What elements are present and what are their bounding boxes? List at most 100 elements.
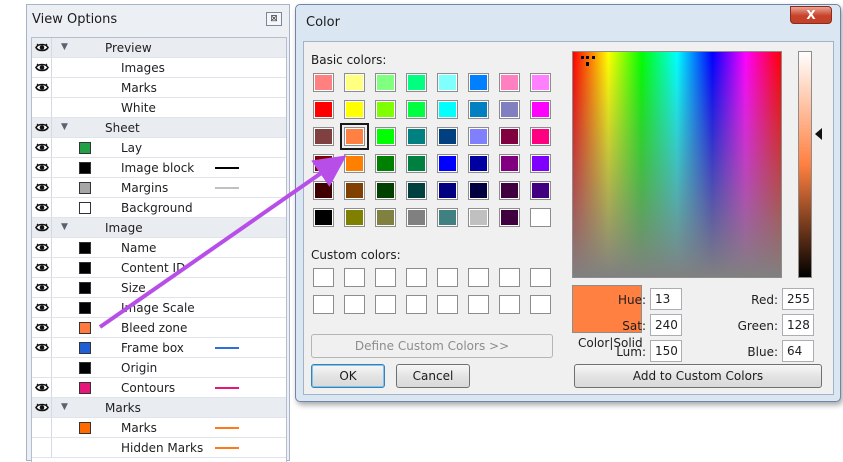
basic-color-cell[interactable]: [375, 100, 396, 119]
list-item[interactable]: Margins: [32, 178, 286, 198]
custom-color-cell[interactable]: [499, 268, 520, 287]
custom-color-cell[interactable]: [437, 268, 458, 287]
basic-color-cell[interactable]: [499, 127, 520, 146]
eye-icon[interactable]: [32, 378, 52, 397]
list-item[interactable]: Images: [32, 58, 286, 78]
color-swatch[interactable]: [79, 262, 91, 274]
color-spectrum[interactable]: [572, 51, 782, 278]
eye-icon[interactable]: [32, 258, 52, 277]
color-swatch[interactable]: [79, 382, 91, 394]
hue-field[interactable]: 13: [650, 288, 682, 310]
eye-icon[interactable]: [32, 238, 52, 257]
color-swatch[interactable]: [79, 142, 91, 154]
group-row[interactable]: ▼ Sheet: [32, 118, 286, 138]
basic-color-cell[interactable]: [499, 73, 520, 92]
basic-color-cell[interactable]: [406, 100, 427, 119]
basic-color-cell[interactable]: [375, 154, 396, 173]
list-item[interactable]: Origin: [32, 358, 286, 378]
list-item[interactable]: Contours: [32, 378, 286, 398]
basic-color-cell[interactable]: [313, 154, 334, 173]
color-swatch[interactable]: [79, 322, 91, 334]
cancel-button[interactable]: Cancel: [396, 364, 470, 388]
basic-color-cell[interactable]: [530, 127, 551, 146]
sat-field[interactable]: 240: [650, 314, 682, 336]
list-item[interactable]: Lay: [32, 138, 286, 158]
custom-color-cell[interactable]: [499, 295, 520, 314]
basic-color-cell[interactable]: [344, 208, 365, 227]
basic-color-cell[interactable]: [406, 154, 427, 173]
color-swatch[interactable]: [79, 422, 91, 434]
group-row[interactable]: ▼ Image: [32, 218, 286, 238]
custom-color-cell[interactable]: [530, 268, 551, 287]
color-swatch[interactable]: [79, 282, 91, 294]
basic-color-cell[interactable]: [340, 123, 369, 150]
basic-color-cell[interactable]: [406, 208, 427, 227]
eye-icon[interactable]: [32, 358, 52, 377]
eye-icon[interactable]: [32, 418, 52, 437]
luminosity-slider[interactable]: [798, 51, 812, 278]
basic-color-cell[interactable]: [313, 208, 334, 227]
list-item[interactable]: Marks: [32, 78, 286, 98]
color-swatch[interactable]: [79, 202, 91, 214]
red-field[interactable]: 255: [782, 288, 814, 310]
color-swatch[interactable]: [79, 342, 91, 354]
eye-icon[interactable]: [32, 158, 52, 177]
luminosity-arrow-icon[interactable]: [815, 128, 822, 140]
eye-icon[interactable]: [32, 138, 52, 157]
custom-color-cell[interactable]: [406, 268, 427, 287]
custom-color-cell[interactable]: [375, 268, 396, 287]
collapse-arrow-icon[interactable]: ▼: [61, 222, 68, 232]
color-swatch[interactable]: [79, 162, 91, 174]
basic-color-cell[interactable]: [313, 127, 334, 146]
blue-field[interactable]: 64: [782, 340, 814, 362]
panel-close-button[interactable]: ⊠: [266, 12, 282, 26]
custom-color-cell[interactable]: [468, 268, 489, 287]
basic-color-cell[interactable]: [406, 127, 427, 146]
basic-color-cell[interactable]: [468, 73, 489, 92]
basic-color-cell[interactable]: [406, 181, 427, 200]
basic-color-cell[interactable]: [344, 181, 365, 200]
eye-icon[interactable]: [32, 98, 52, 117]
custom-color-cell[interactable]: [313, 268, 334, 287]
list-item[interactable]: White: [32, 98, 286, 118]
eye-icon[interactable]: [32, 198, 52, 217]
basic-color-cell[interactable]: [313, 100, 334, 119]
eye-icon[interactable]: [32, 218, 52, 237]
define-custom-colors-button[interactable]: Define Custom Colors >>: [311, 334, 553, 358]
basic-color-cell[interactable]: [406, 73, 427, 92]
basic-color-cell[interactable]: [530, 100, 551, 119]
basic-color-cell[interactable]: [468, 208, 489, 227]
basic-color-cell[interactable]: [468, 154, 489, 173]
eye-icon[interactable]: [32, 278, 52, 297]
basic-color-cell[interactable]: [344, 154, 365, 173]
eye-icon[interactable]: [32, 318, 52, 337]
basic-color-cell[interactable]: [437, 73, 458, 92]
lum-field[interactable]: 150: [650, 340, 682, 362]
eye-icon[interactable]: [32, 298, 52, 317]
eye-icon[interactable]: [32, 398, 52, 417]
custom-color-cell[interactable]: [468, 295, 489, 314]
basic-color-cell[interactable]: [530, 154, 551, 173]
basic-color-cell[interactable]: [375, 127, 396, 146]
basic-color-cell[interactable]: [530, 73, 551, 92]
basic-color-cell[interactable]: [313, 181, 334, 200]
group-row[interactable]: ▼ Marks: [32, 398, 286, 418]
basic-color-cell[interactable]: [437, 181, 458, 200]
list-item[interactable]: Marks: [32, 418, 286, 438]
basic-color-cell[interactable]: [437, 208, 458, 227]
color-swatch[interactable]: [79, 182, 91, 194]
custom-color-cell[interactable]: [437, 295, 458, 314]
eye-icon[interactable]: [32, 38, 52, 57]
list-item[interactable]: Bleed zone: [32, 318, 286, 338]
basic-color-cell[interactable]: [344, 100, 365, 119]
basic-color-cell[interactable]: [313, 73, 334, 92]
basic-color-cell[interactable]: [499, 100, 520, 119]
custom-color-cell[interactable]: [313, 295, 334, 314]
basic-color-cell[interactable]: [437, 154, 458, 173]
eye-icon[interactable]: [32, 178, 52, 197]
dialog-close-button[interactable]: X: [790, 6, 832, 24]
eye-icon[interactable]: [32, 118, 52, 137]
group-row[interactable]: ▼ Preview: [32, 38, 286, 58]
eye-icon[interactable]: [32, 58, 52, 77]
list-item[interactable]: Hidden Marks: [32, 438, 286, 458]
